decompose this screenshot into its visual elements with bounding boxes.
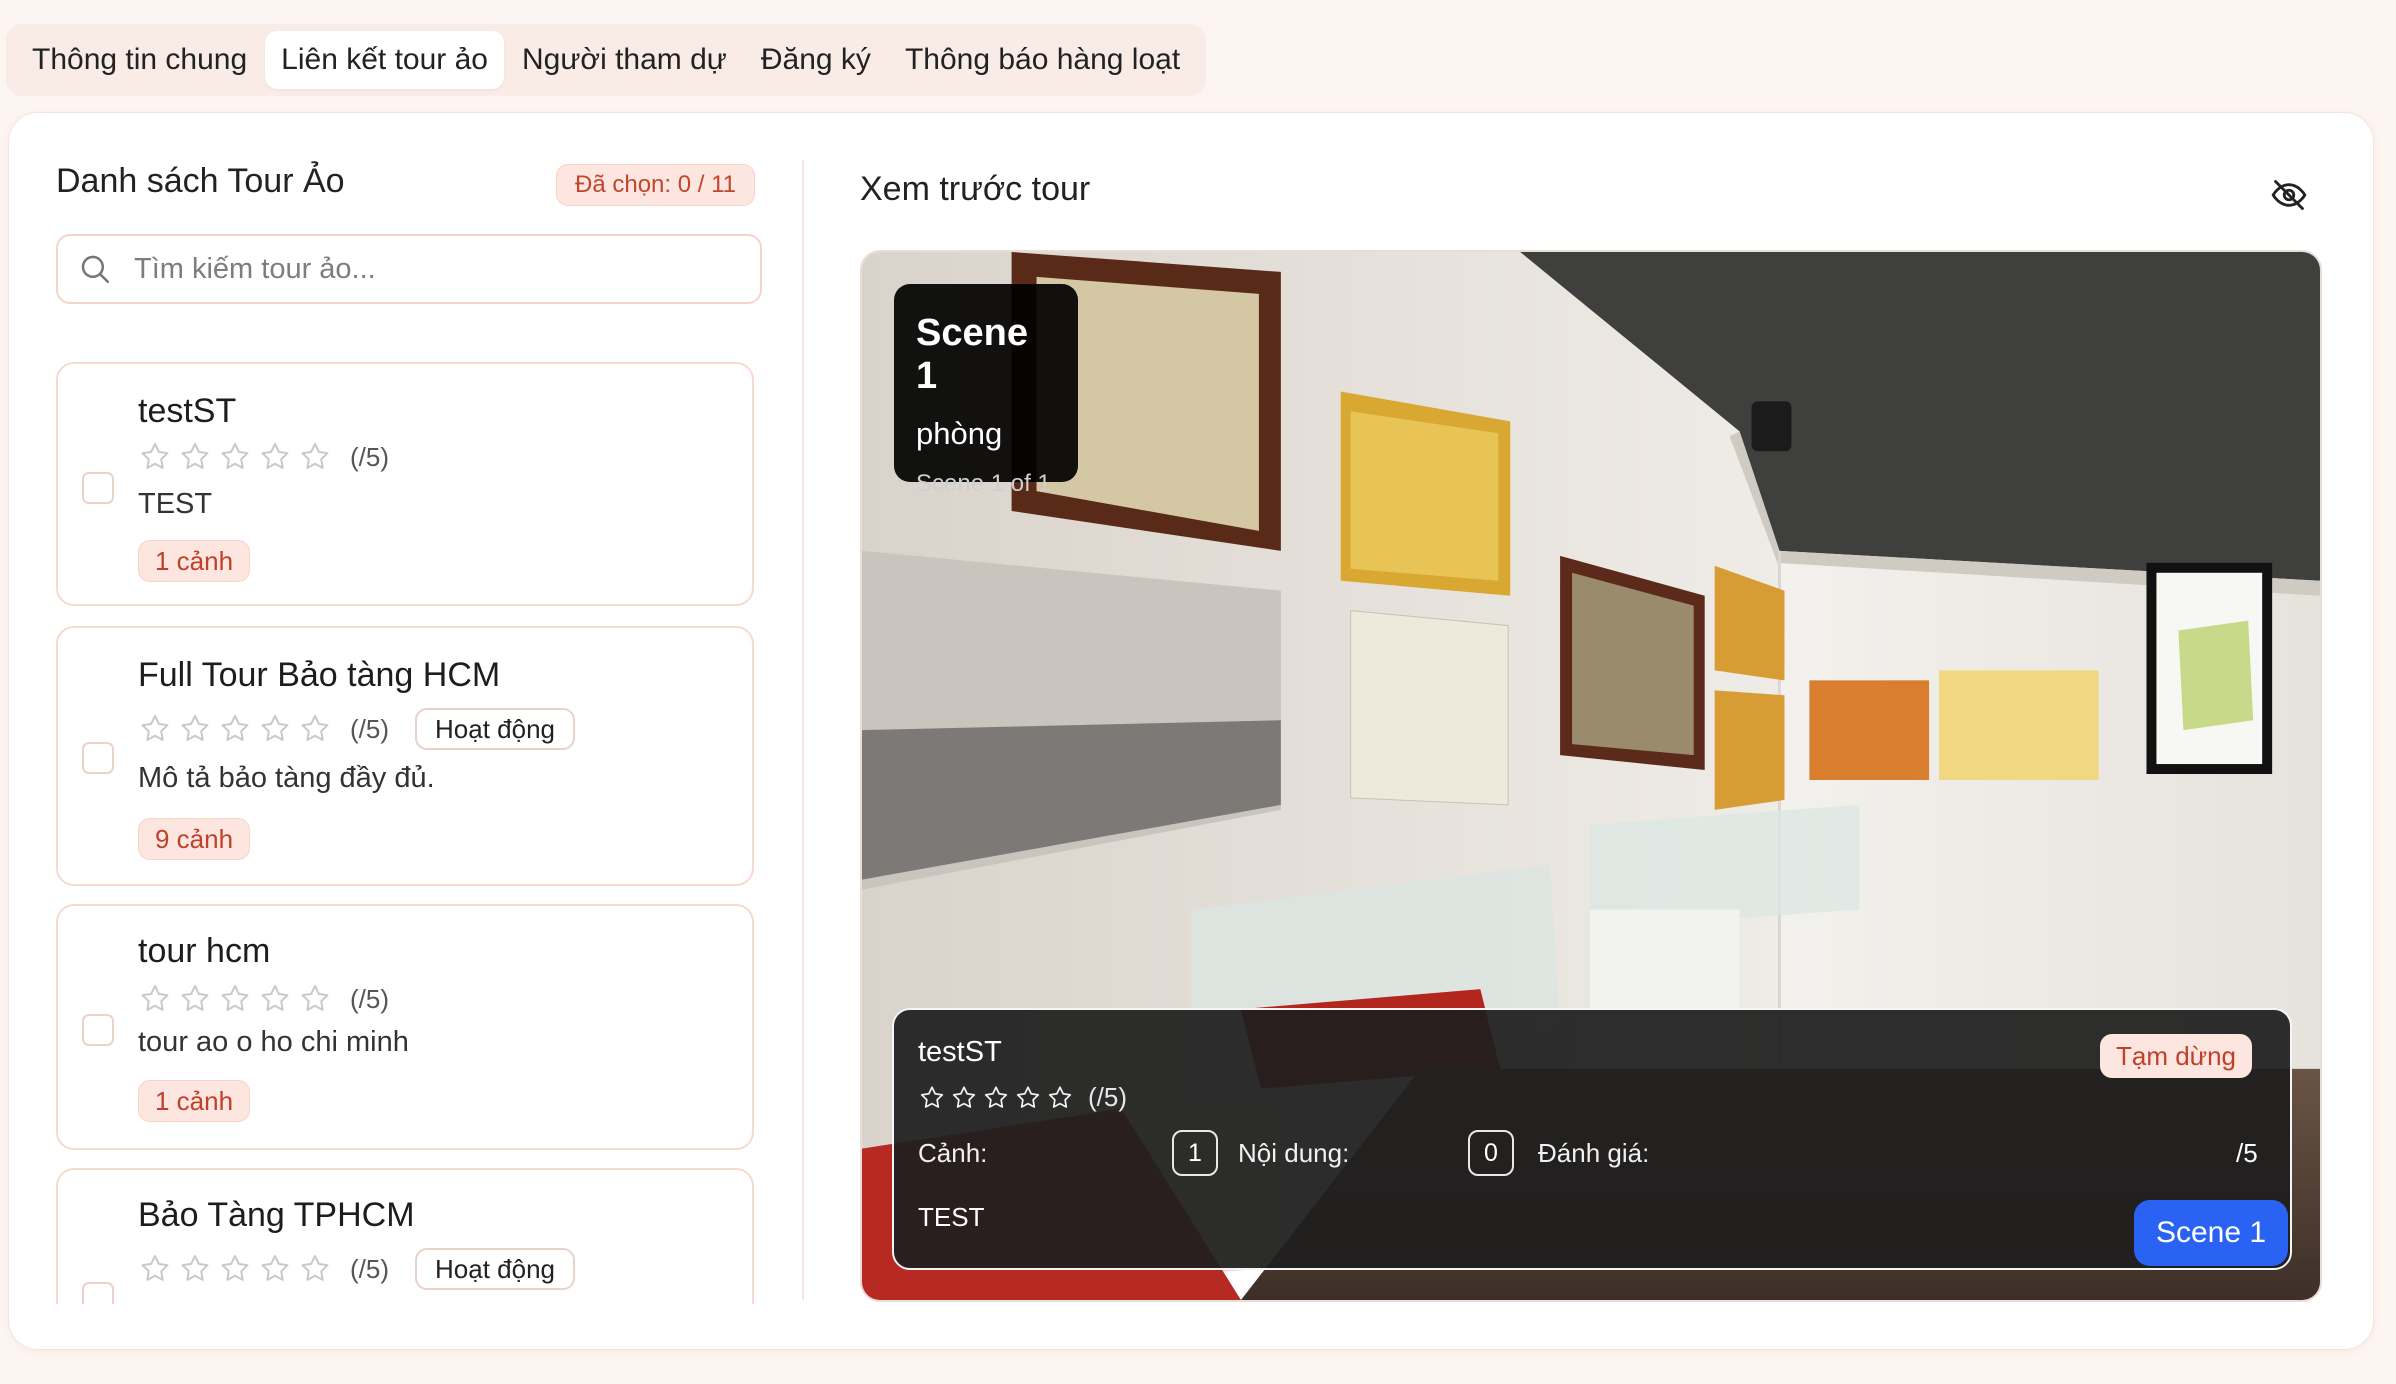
status-badge: Hoạt động (415, 708, 575, 750)
scene-count-chip: 1 cảnh (138, 1080, 251, 1122)
star-icon (920, 1085, 944, 1108)
tour-rating: (/5) (138, 982, 389, 1016)
tour-checkbox[interactable] (82, 1014, 114, 1046)
status-badge: Hoạt động (415, 1248, 575, 1290)
info-rating: (/5) (918, 1082, 1127, 1113)
content-count-box: 0 (1468, 1130, 1514, 1176)
star-icon (301, 1254, 329, 1281)
star-icon (261, 442, 289, 469)
scenes-label: Cảnh: (918, 1138, 988, 1168)
tour-name: testST (138, 392, 237, 430)
rating-text: (/5) (350, 441, 389, 472)
star-icon (301, 714, 329, 741)
star-icon (261, 714, 289, 741)
tour-item[interactable]: Bảo Tàng TPHCM (/5) Hoạt động (56, 1168, 754, 1304)
rating-text: (/5) (350, 1253, 389, 1284)
star-icon (952, 1085, 976, 1108)
eye-off-icon[interactable] (2270, 176, 2308, 214)
tour-name: tour hcm (138, 932, 271, 970)
tab-attendees[interactable]: Người tham dự (506, 31, 743, 89)
star-icon (1016, 1085, 1040, 1108)
rating-text: (/5) (350, 713, 389, 744)
star-icon (181, 442, 209, 469)
scenes-count-box: 1 (1172, 1130, 1218, 1176)
tour-rating: (/5) Hoạt động (138, 1248, 575, 1290)
star-icon (1048, 1085, 1072, 1108)
info-tour-name: testST (918, 1036, 1002, 1068)
star-icon (141, 1254, 169, 1281)
scene-title: Scene 1 (916, 312, 1028, 397)
tour-name: Full Tour Bảo tàng HCM (138, 656, 501, 694)
preview-title: Xem trước tour (860, 170, 1091, 208)
tour-item[interactable]: Full Tour Bảo tàng HCM (/5) Hoạt động Mô… (56, 626, 754, 886)
info-description: TEST (918, 1202, 985, 1232)
rating-value: /5 (2236, 1138, 2258, 1168)
star-icon (141, 984, 169, 1011)
star-icon (181, 984, 209, 1011)
tour-checkbox[interactable] (82, 472, 114, 504)
tour-preview-viewer[interactable]: Scene 1 phòng Scene 1 of 1 testST (/5) T… (860, 250, 2322, 1302)
star-icon (301, 442, 329, 469)
star-icon (261, 1254, 289, 1281)
tab-bulk-notification[interactable]: Thông báo hàng loạt (889, 31, 1196, 89)
panel-divider (802, 160, 804, 1300)
scene-label-card: Scene 1 phòng Scene 1 of 1 (894, 284, 1078, 497)
tour-rating: (/5) Hoạt động (138, 708, 575, 750)
star-icon (221, 714, 249, 741)
star-icon (261, 984, 289, 1011)
tour-item[interactable]: tour hcm (/5) tour ao o ho chi minh 1 cả… (56, 904, 754, 1150)
search-icon (81, 255, 110, 284)
tour-item[interactable]: testST (/5) TEST 1 cảnh (56, 362, 754, 606)
tab-registration[interactable]: Đăng ký (745, 31, 887, 89)
content-label: Nội dung: (1238, 1138, 1350, 1168)
star-icon (984, 1085, 1008, 1108)
star-icon (221, 442, 249, 469)
star-icon (181, 1254, 209, 1281)
tour-description: Mô tả bảo tàng đầy đủ. (138, 762, 435, 794)
scene-count-chip: 9 cảnh (138, 818, 251, 860)
tour-info-panel: testST (/5) Tạm dừng Cảnh: 1 Nội dung: 0… (892, 1008, 2292, 1270)
scene-count-chip: 1 cảnh (138, 540, 251, 582)
search-input[interactable] (134, 252, 734, 286)
star-icon (221, 1254, 249, 1281)
status-badge: Tạm dừng (2100, 1034, 2253, 1078)
rating-text: (/5) (1088, 1082, 1127, 1112)
tour-list-title: Danh sách Tour Ảo (56, 162, 345, 200)
tour-description: TEST (138, 488, 213, 520)
tab-bar: Thông tin chung Liên kết tour ảo Người t… (6, 24, 1207, 96)
star-icon (141, 442, 169, 469)
star-icon (301, 984, 329, 1011)
selected-count-badge: Đã chọn: 0 / 11 (556, 164, 755, 206)
tour-rating: (/5) (138, 440, 389, 474)
tour-description: tour ao o ho chi minh (138, 1026, 409, 1058)
tour-list: testST (/5) TEST 1 cảnh Full Tour Bảo tà… (56, 362, 756, 1304)
star-icon (221, 984, 249, 1011)
rating-label: Đánh giá: (1538, 1138, 1650, 1168)
tab-virtual-tour-link[interactable]: Liên kết tour ảo (265, 31, 504, 89)
search-box (56, 234, 762, 304)
scene-1-button[interactable]: Scene 1 (2134, 1200, 2288, 1266)
scene-counter: Scene 1 of 1 (916, 470, 1051, 497)
tour-checkbox[interactable] (82, 1282, 114, 1304)
star-icon (181, 714, 209, 741)
tour-name: Bảo Tàng TPHCM (138, 1196, 415, 1234)
scene-subtitle: phòng (916, 416, 1003, 451)
rating-text: (/5) (350, 983, 389, 1014)
star-icon (141, 714, 169, 741)
tab-general-info[interactable]: Thông tin chung (16, 31, 263, 89)
tour-checkbox[interactable] (82, 742, 114, 774)
